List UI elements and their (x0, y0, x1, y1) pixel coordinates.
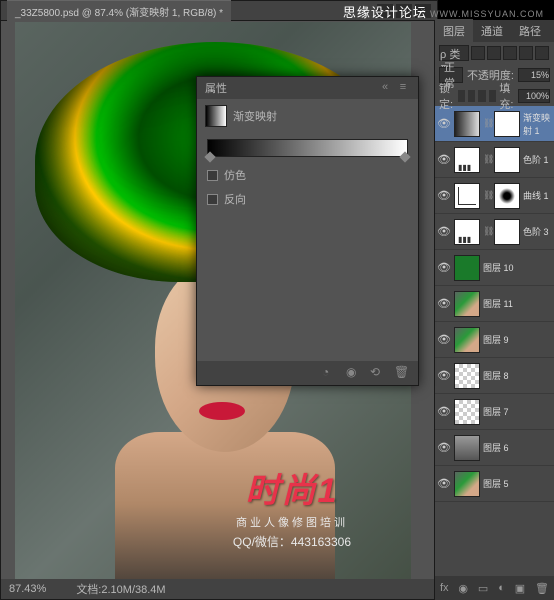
clip-icon[interactable]: ◔ (322, 365, 338, 381)
layer-name[interactable]: 图层 10 (483, 261, 552, 274)
layer-thumbnail[interactable] (454, 327, 480, 353)
gradient-map-icon (205, 105, 227, 127)
doc-info: 文档:2.10M/38.4M (76, 581, 165, 597)
trash-icon[interactable]: 🗑 (535, 582, 549, 595)
tab-layers[interactable]: 图层 (435, 19, 473, 43)
layer-row[interactable]: 👁 图层 10 (435, 250, 554, 286)
layer-row[interactable]: 👁 图层 8 (435, 358, 554, 394)
delete-icon[interactable]: 🗑 (394, 365, 410, 381)
layer-thumbnail[interactable] (454, 255, 480, 281)
visibility-icon[interactable]: 👁 (437, 225, 451, 238)
lock-pixels-icon[interactable] (468, 90, 475, 102)
link-icon[interactable]: ⛓ (483, 226, 491, 237)
layer-name[interactable]: 渐变映射 1 (523, 111, 552, 137)
link-icon[interactable]: ⛓ (483, 118, 491, 129)
gradient-stop[interactable] (399, 151, 410, 162)
visibility-icon[interactable]: 👁 (437, 405, 451, 418)
filter-icon[interactable] (519, 46, 533, 60)
properties-header[interactable]: 属性 «≡ (197, 77, 418, 99)
reset-icon[interactable]: ⟲ (370, 365, 386, 381)
link-icon[interactable]: ⛓ (483, 190, 491, 201)
layer-name[interactable]: 图层 8 (483, 369, 552, 382)
tab-paths[interactable]: 路径 (511, 19, 549, 43)
layer-row[interactable]: 👁 图层 5 (435, 466, 554, 502)
layer-thumbnail[interactable] (454, 399, 480, 425)
layer-row[interactable]: 👁 ⛓ 色阶 3 (435, 214, 554, 250)
layer-thumbnail[interactable] (454, 219, 480, 245)
layer-thumbnail[interactable] (454, 111, 480, 137)
visibility-icon[interactable]: 👁 (437, 477, 451, 490)
visibility-icon[interactable]: 👁 (437, 153, 451, 166)
panel-menu-icon[interactable]: ≡ (396, 81, 410, 95)
lock-all-icon[interactable] (489, 90, 496, 102)
opacity-input[interactable] (518, 68, 550, 82)
visibility-icon[interactable]: 👁 (437, 189, 451, 202)
layer-row[interactable]: 👁 ⛓ 色阶 1 (435, 142, 554, 178)
image-watermark: 时尚1 商业人像修图培训 QQ/微信：443163306 (233, 463, 351, 550)
dither-checkbox[interactable]: 仿色 (197, 163, 418, 187)
visibility-icon[interactable]: 👁 (437, 369, 451, 382)
zoom-level[interactable]: 87.43% (9, 583, 46, 595)
tab-channels[interactable]: 通道 (473, 19, 511, 43)
view-prev-icon[interactable]: ◉ (346, 365, 362, 381)
layer-name[interactable]: 图层 6 (483, 441, 552, 454)
visibility-icon[interactable]: 👁 (437, 333, 451, 346)
visibility-icon[interactable]: 👁 (437, 117, 451, 130)
group-icon[interactable]: ◐ (498, 582, 505, 594)
filter-icon[interactable] (487, 46, 501, 60)
layer-thumbnail[interactable] (454, 435, 480, 461)
panel-tabs: 图层 通道 路径 (435, 20, 554, 42)
new-layer-icon[interactable]: ▣ (515, 582, 525, 595)
mask-thumbnail[interactable] (494, 111, 520, 137)
reverse-checkbox[interactable]: 反向 (197, 187, 418, 211)
layer-row[interactable]: 👁 图层 7 (435, 394, 554, 430)
layer-name[interactable]: 图层 7 (483, 405, 552, 418)
layer-thumbnail[interactable] (454, 147, 480, 173)
mask-thumbnail[interactable] (494, 183, 520, 209)
panel-collapse-icon[interactable]: « (378, 81, 392, 95)
layer-row[interactable]: 👁 图层 9 (435, 322, 554, 358)
gradient-editor[interactable] (207, 139, 408, 157)
layers-footer: fx ◉ ▭ ◐ ▣ 🗑 (435, 576, 554, 600)
page-watermark: 思缘设计论坛 WWW.MISSYUAN.COM (343, 2, 544, 21)
mask-thumbnail[interactable] (494, 147, 520, 173)
layer-name[interactable]: 图层 11 (483, 297, 552, 310)
mask-thumbnail[interactable] (494, 219, 520, 245)
adjustment-type-label: 渐变映射 (233, 108, 277, 124)
lock-position-icon[interactable] (478, 90, 485, 102)
filter-icon[interactable] (535, 46, 549, 60)
layer-thumbnail[interactable] (454, 291, 480, 317)
layer-name[interactable]: 色阶 1 (523, 153, 552, 166)
layer-list[interactable]: 👁 ⛓ 渐变映射 1 👁 ⛓ 色阶 1 👁 ⛓ 曲线 1 👁 ⛓ 色阶 3 👁 图层 10 👁 图层 11 👁 图… (435, 106, 554, 566)
filter-icon[interactable] (471, 46, 485, 60)
layer-row[interactable]: 👁 ⛓ 曲线 1 (435, 178, 554, 214)
lock-transparency-icon[interactable] (458, 90, 465, 102)
visibility-icon[interactable]: 👁 (437, 297, 451, 310)
layer-row[interactable]: 👁 图层 11 (435, 286, 554, 322)
layers-panel: 图层 通道 路径 ρ 类型 正常 不透明度: 锁定: 填充: 👁⛓渐变映射 1👁… (434, 20, 554, 600)
layer-name[interactable]: 色阶 3 (523, 225, 552, 238)
mask-icon[interactable]: ◉ (458, 582, 468, 595)
visibility-icon[interactable]: 👁 (437, 441, 451, 454)
layer-name[interactable]: 图层 5 (483, 477, 552, 490)
layer-thumbnail[interactable] (454, 183, 480, 209)
layer-row[interactable]: 👁 图层 6 (435, 430, 554, 466)
status-bar: 87.43% 文档:2.10M/38.4M (1, 579, 437, 599)
visibility-icon[interactable]: 👁 (437, 261, 451, 274)
layer-thumbnail[interactable] (454, 471, 480, 497)
adjustment-icon[interactable]: ▭ (478, 582, 488, 595)
layer-thumbnail[interactable] (454, 363, 480, 389)
layer-name[interactable]: 图层 9 (483, 333, 552, 346)
filter-icon[interactable] (503, 46, 517, 60)
fill-input[interactable] (518, 89, 550, 103)
fx-icon[interactable]: fx (440, 582, 449, 594)
gradient-stop[interactable] (204, 151, 215, 162)
link-icon[interactable]: ⛓ (483, 154, 491, 165)
document-tab[interactable]: _33Z5800.psd @ 87.4% (渐变映射 1, RGB/8) * (7, 0, 231, 22)
layer-name[interactable]: 曲线 1 (523, 189, 552, 202)
properties-panel: 属性 «≡ 渐变映射 仿色 反向 ◔ ◉ ⟲ 🗑 (196, 76, 419, 386)
